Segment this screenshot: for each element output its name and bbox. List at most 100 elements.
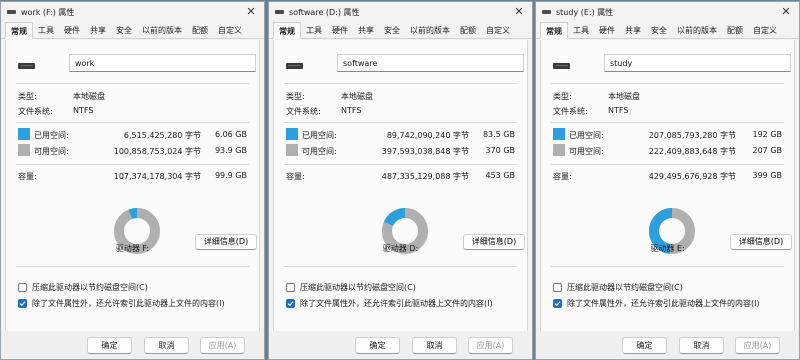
tab-previous-versions[interactable]: 以前的版本 — [137, 22, 187, 38]
capacity-bytes: 487,335,129,088 字节 — [381, 172, 469, 181]
tab-quota[interactable]: 配额 — [722, 22, 748, 38]
filesystem-value: NTFS — [608, 106, 629, 115]
compress-option[interactable]: 压缩此驱动器以节约磁盘空间(C) — [18, 282, 148, 293]
index-checkbox[interactable] — [553, 299, 562, 308]
properties-window-study: study (E:) 属性 ✕ 常规 工具 硬件 共享 安全 以前的版本 配额 … — [535, 1, 800, 360]
index-option[interactable]: 除了文件属性外，还允许索引此驱动器上文件的内容(I) — [553, 298, 760, 309]
drive-icon — [7, 10, 16, 14]
tab-hardware[interactable]: 硬件 — [59, 22, 85, 38]
free-space-bytes: 100,858,753,024 字节 — [113, 147, 201, 156]
cancel-button[interactable]: 取消 — [412, 337, 457, 354]
divider — [551, 83, 784, 84]
tab-hardware[interactable]: 硬件 — [327, 22, 353, 38]
index-option[interactable]: 除了文件属性外，还允许索引此驱动器上文件的内容(I) — [286, 298, 493, 309]
tab-sharing[interactable]: 共享 — [85, 22, 111, 38]
checkmark-icon — [554, 301, 561, 307]
compress-checkbox[interactable] — [18, 283, 27, 292]
details-button[interactable]: 详细信息(D) — [195, 234, 257, 250]
capacity-label: 容量: — [286, 172, 305, 181]
compress-option[interactable]: 压缩此驱动器以节约磁盘空间(C) — [286, 282, 416, 293]
type-label: 类型: — [286, 92, 305, 101]
index-checkbox[interactable] — [18, 299, 27, 308]
free-space-bytes: 397,593,038,848 字节 — [381, 147, 469, 156]
ok-button[interactable]: 确定 — [87, 337, 132, 354]
compress-checkbox[interactable] — [286, 283, 295, 292]
tab-quota[interactable]: 配额 — [187, 22, 213, 38]
volume-name-input[interactable] — [337, 54, 524, 72]
volume-name-input[interactable] — [604, 54, 791, 72]
tab-security[interactable]: 安全 — [646, 22, 672, 38]
close-icon[interactable]: ✕ — [244, 5, 258, 19]
tab-bar: 常规 工具 硬件 共享 安全 以前的版本 配额 自定义 — [1, 22, 264, 39]
details-button[interactable]: 详细信息(D) — [730, 234, 792, 250]
tab-quota[interactable]: 配额 — [455, 22, 481, 38]
dialog-footer: 确定 取消 应用(A) — [1, 331, 264, 359]
donut-hole — [125, 219, 149, 243]
tab-hardware[interactable]: 硬件 — [594, 22, 620, 38]
tab-previous-versions[interactable]: 以前的版本 — [672, 22, 722, 38]
type-value: 本地磁盘 — [608, 92, 640, 101]
tab-security[interactable]: 安全 — [111, 22, 137, 38]
general-panel: 类型: 本地磁盘 文件系统: NTFS 已用空间: 207,085,793,28… — [540, 40, 795, 333]
tab-previous-versions[interactable]: 以前的版本 — [405, 22, 455, 38]
general-panel: 类型: 本地磁盘 文件系统: NTFS 已用空间: 89,742,090,240… — [273, 40, 528, 333]
index-option[interactable]: 除了文件属性外，还允许索引此驱动器上文件的内容(I) — [18, 298, 225, 309]
divider — [551, 122, 784, 123]
filesystem-value: NTFS — [73, 106, 94, 115]
tab-general[interactable]: 常规 — [540, 22, 568, 39]
type-label: 类型: — [18, 92, 37, 101]
properties-window-work: work (F:) 属性 ✕ 常规 工具 硬件 共享 安全 以前的版本 配额 自… — [0, 1, 265, 360]
tab-tools[interactable]: 工具 — [301, 22, 327, 38]
used-space-label: 已用空间: — [34, 131, 69, 140]
cancel-button[interactable]: 取消 — [679, 337, 724, 354]
tab-tools[interactable]: 工具 — [33, 22, 59, 38]
free-space-bytes: 222,409,883,648 字节 — [648, 147, 736, 156]
compress-checkbox[interactable] — [553, 283, 562, 292]
apply-button[interactable]: 应用(A) — [735, 337, 780, 354]
capacity-label: 容量: — [553, 172, 572, 181]
index-checkbox[interactable] — [286, 299, 295, 308]
tab-general[interactable]: 常规 — [5, 22, 33, 39]
tab-customize[interactable]: 自定义 — [213, 22, 247, 38]
tab-sharing[interactable]: 共享 — [353, 22, 379, 38]
divider — [284, 164, 517, 165]
compress-label: 压缩此驱动器以节约磁盘空间(C) — [567, 283, 683, 292]
used-space-size: 6.06 GB — [214, 130, 247, 139]
tab-sharing[interactable]: 共享 — [620, 22, 646, 38]
apply-button[interactable]: 应用(A) — [200, 337, 245, 354]
index-label: 除了文件属性外，还允许索引此驱动器上文件的内容(I) — [300, 299, 493, 308]
used-space-bytes: 89,742,090,240 字节 — [386, 131, 469, 140]
close-icon[interactable]: ✕ — [779, 5, 793, 19]
apply-button[interactable]: 应用(A) — [468, 337, 513, 354]
index-label: 除了文件属性外，还允许索引此驱动器上文件的内容(I) — [32, 299, 225, 308]
divider — [551, 266, 784, 267]
close-icon[interactable]: ✕ — [512, 5, 526, 19]
filesystem-label: 文件系统: — [286, 107, 321, 116]
cancel-button[interactable]: 取消 — [144, 337, 189, 354]
ok-button[interactable]: 确定 — [622, 337, 667, 354]
index-label: 除了文件属性外，还允许索引此驱动器上文件的内容(I) — [567, 299, 760, 308]
window-title: software (D:) 属性 — [289, 7, 360, 17]
title-bar: work (F:) 属性 ✕ — [1, 2, 264, 22]
used-space-bytes: 6,515,425,280 字节 — [123, 131, 201, 140]
tab-security[interactable]: 安全 — [379, 22, 405, 38]
tab-customize[interactable]: 自定义 — [481, 22, 515, 38]
volume-name-input[interactable] — [69, 54, 256, 72]
ok-button[interactable]: 确定 — [355, 337, 400, 354]
tab-customize[interactable]: 自定义 — [748, 22, 782, 38]
type-value: 本地磁盘 — [341, 92, 373, 101]
dialog-footer: 确定 取消 应用(A) — [269, 331, 532, 359]
tab-tools[interactable]: 工具 — [568, 22, 594, 38]
capacity-bytes: 107,374,178,304 字节 — [113, 172, 201, 181]
checkmark-icon — [19, 301, 26, 307]
capacity-bytes: 429,495,676,928 字节 — [648, 172, 736, 181]
details-button[interactable]: 详细信息(D) — [463, 234, 525, 250]
compress-option[interactable]: 压缩此驱动器以节约磁盘空间(C) — [553, 282, 683, 293]
tab-general[interactable]: 常规 — [273, 22, 301, 39]
title-bar: study (E:) 属性 ✕ — [536, 2, 799, 22]
used-space-swatch — [18, 128, 30, 140]
used-space-size: 83.5 GB — [482, 130, 515, 139]
free-space-label: 可用空间: — [569, 147, 604, 156]
used-space-swatch — [286, 128, 298, 140]
properties-window-software: software (D:) 属性 ✕ 常规 工具 硬件 共享 安全 以前的版本 … — [268, 1, 533, 360]
